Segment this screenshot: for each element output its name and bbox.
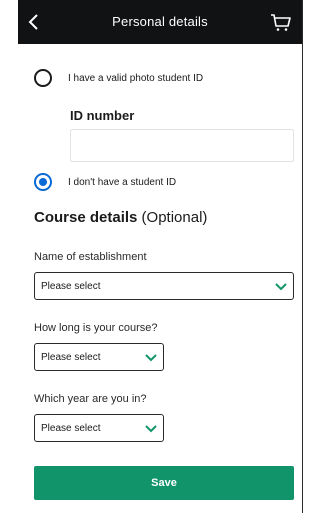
course-length-select[interactable]: Please select xyxy=(34,343,164,371)
chevron-down-icon xyxy=(275,283,287,291)
year-value: Please select xyxy=(41,422,101,434)
radio-no-student-id[interactable]: I don't have a student ID xyxy=(34,173,176,191)
radio-button[interactable] xyxy=(34,69,52,87)
right-border xyxy=(302,0,303,513)
year-select[interactable]: Please select xyxy=(34,414,164,442)
save-button[interactable]: Save xyxy=(34,466,294,500)
left-margin xyxy=(0,0,18,513)
course-length-label: How long is your course? xyxy=(34,322,158,334)
radio-valid-student-id[interactable]: I have a valid photo student ID xyxy=(34,69,203,87)
cart-icon[interactable] xyxy=(270,12,292,32)
year-label: Which year are you in? xyxy=(34,393,147,405)
course-length-value: Please select xyxy=(41,351,101,363)
id-number-input[interactable] xyxy=(70,129,294,162)
top-bar: Personal details xyxy=(18,0,302,44)
radio-none-label: I don't have a student ID xyxy=(68,176,177,188)
chevron-down-icon xyxy=(145,354,157,362)
establishment-label: Name of establishment xyxy=(34,251,147,263)
radio-valid-label: I have a valid photo student ID xyxy=(68,72,204,84)
course-details-title: Course details xyxy=(34,209,138,226)
page-title: Personal details xyxy=(112,14,208,29)
optional-tag: (Optional) xyxy=(141,209,208,226)
chevron-down-icon xyxy=(145,425,157,433)
establishment-value: Please select xyxy=(41,280,101,292)
radio-button-selected[interactable] xyxy=(34,173,52,191)
personal-details-screen: Student ID Personal details I have a val… xyxy=(18,0,302,513)
establishment-select[interactable]: Please select xyxy=(34,272,294,300)
id-number-label: ID number xyxy=(70,108,135,123)
course-details-heading: Course details (Optional) xyxy=(34,209,207,226)
